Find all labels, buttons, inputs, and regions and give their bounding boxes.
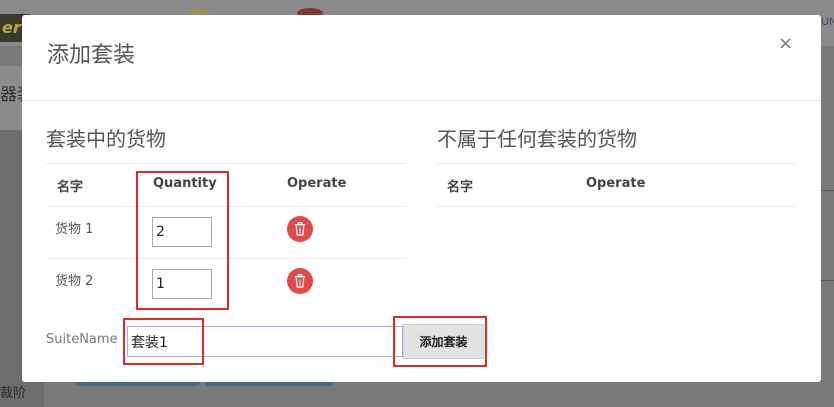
table-divider xyxy=(46,163,406,164)
column-header-name: 名字 xyxy=(447,180,474,195)
not-in-suite-title: 不属于任何套装的货物 xyxy=(437,127,637,151)
suite-name-highlight xyxy=(123,318,204,365)
column-header-operate: Operate xyxy=(287,176,347,191)
delete-item-button[interactable] xyxy=(287,268,313,294)
item-name: 货物 1 xyxy=(55,222,94,237)
in-suite-title: 套装中的货物 xyxy=(46,127,166,151)
close-icon[interactable]: × xyxy=(778,33,793,54)
background-divider xyxy=(821,280,834,281)
background-user-label: UN xyxy=(821,16,834,28)
item-name: 货物 2 xyxy=(55,274,94,289)
table-divider xyxy=(436,163,796,164)
column-header-name: 名字 xyxy=(57,180,84,195)
background-divider xyxy=(821,190,834,191)
trash-icon xyxy=(295,222,305,236)
background-bottom-label: 裁阶 xyxy=(0,386,27,401)
trash-icon xyxy=(295,274,305,288)
delete-item-button[interactable] xyxy=(287,216,313,242)
add-button-highlight xyxy=(393,316,487,367)
quantity-column-highlight xyxy=(136,171,229,310)
table-divider xyxy=(436,206,796,207)
column-header-operate: Operate xyxy=(586,176,646,191)
modal-title: 添加套装 xyxy=(47,43,136,68)
add-suite-modal: 添加套装 × 套装中的货物 名字 Quantity Operate 货物 1 货… xyxy=(22,15,821,382)
modal-header: 添加套装 × xyxy=(22,15,821,101)
suite-name-label: SuiteName xyxy=(46,332,118,347)
